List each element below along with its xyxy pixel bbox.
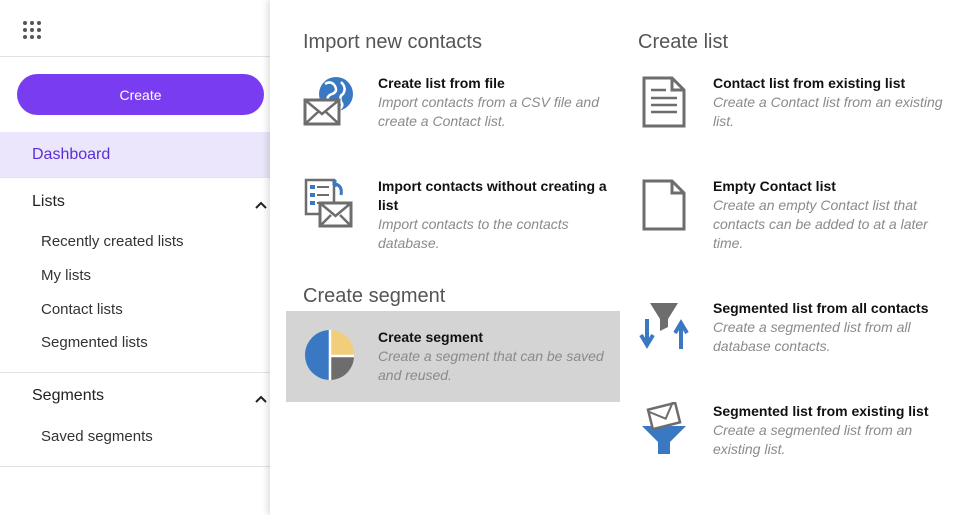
create-button[interactable]: Create bbox=[17, 74, 264, 115]
option-description: Import contacts from a CSV file and crea… bbox=[378, 94, 599, 129]
sidebar-section-segments-label: Segments bbox=[32, 387, 105, 404]
chevron-up-icon[interactable] bbox=[254, 198, 268, 212]
import-contacts-icon bbox=[304, 178, 353, 228]
sidebar-section-lists-label: Lists bbox=[32, 193, 65, 210]
import-section-title: Import new contacts bbox=[303, 31, 482, 53]
list-section-title: Create list bbox=[638, 31, 729, 53]
option-title: Empty Contact list bbox=[713, 178, 836, 194]
create-menu-panel: Import new contacts Create list from fil… bbox=[270, 0, 972, 515]
pie-chart-icon bbox=[305, 329, 355, 380]
option-title: Create list from file bbox=[378, 75, 505, 91]
option-description: Import contacts to the contacts database… bbox=[378, 216, 569, 251]
sidebar-divider bbox=[0, 466, 270, 467]
sidebar-item-contact-lists[interactable]: Contact lists bbox=[41, 301, 123, 318]
sidebar: Create Dashboard Lists Recently created … bbox=[0, 0, 270, 515]
sidebar-divider bbox=[0, 372, 270, 373]
option-title: Segmented list from all contacts bbox=[713, 300, 929, 316]
segment-section-title: Create segment bbox=[303, 285, 446, 307]
option-description: Create a Contact list from an existing l… bbox=[713, 94, 943, 129]
blank-document-icon bbox=[642, 179, 686, 231]
option-title: Contact list from existing list bbox=[713, 75, 906, 91]
option-description: Create an empty Contact list that contac… bbox=[713, 197, 928, 251]
app-root: Create Dashboard Lists Recently created … bbox=[0, 0, 972, 515]
chevron-up-icon[interactable] bbox=[254, 392, 268, 406]
option-description: Create a segmented list from all databas… bbox=[713, 319, 911, 354]
apps-grid-icon[interactable] bbox=[22, 20, 42, 40]
option-title: Create segment bbox=[378, 329, 484, 345]
option-title: Import contacts without creating a list bbox=[378, 178, 607, 213]
option-description: Create a segmented list from an existing… bbox=[713, 422, 913, 457]
sidebar-item-dashboard[interactable]: Dashboard bbox=[0, 132, 270, 178]
import-file-globe-icon bbox=[303, 77, 353, 126]
sidebar-section-lists[interactable]: Lists bbox=[0, 184, 270, 220]
sidebar-section-segments[interactable]: Segments bbox=[0, 378, 270, 414]
sidebar-item-my-lists[interactable]: My lists bbox=[41, 267, 91, 284]
sidebar-item-recently-created-lists[interactable]: Recently created lists bbox=[41, 233, 184, 250]
option-description: Create a segment that can be saved and r… bbox=[378, 348, 604, 383]
document-lines-icon bbox=[642, 76, 686, 128]
funnel-envelope-icon bbox=[642, 402, 686, 454]
sidebar-item-saved-segments[interactable]: Saved segments bbox=[41, 428, 153, 445]
sidebar-topbar bbox=[0, 0, 270, 57]
sidebar-item-segmented-lists[interactable]: Segmented lists bbox=[41, 334, 148, 351]
option-title: Segmented list from existing list bbox=[713, 403, 929, 419]
funnel-arrows-icon bbox=[639, 303, 689, 349]
